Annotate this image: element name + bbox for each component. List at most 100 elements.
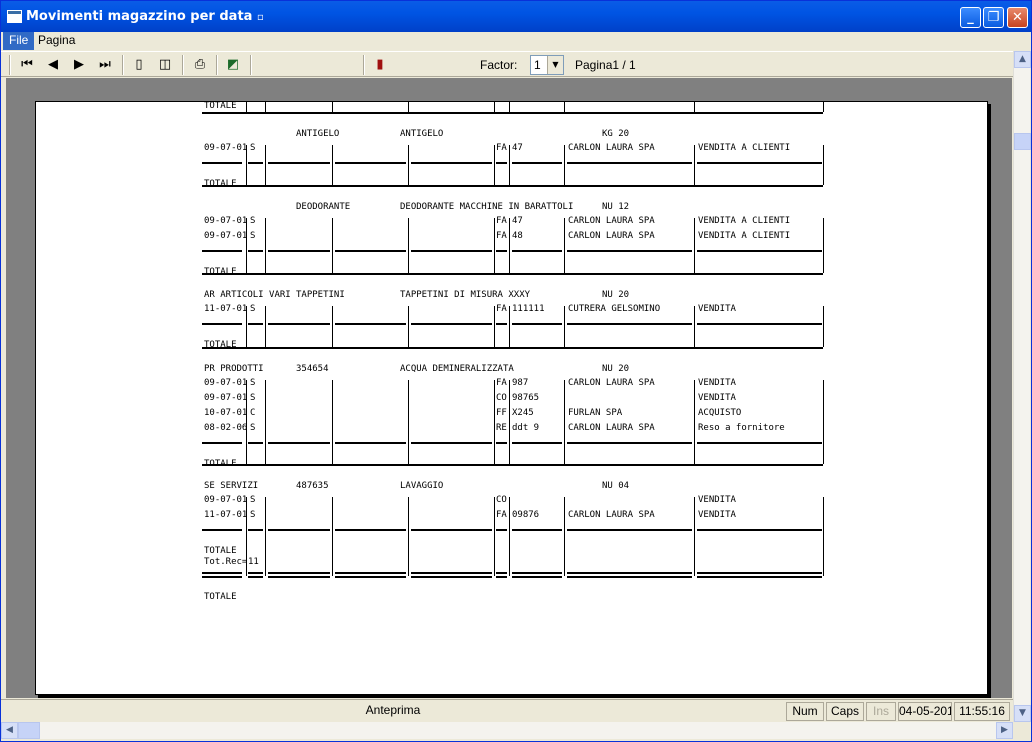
preview-area[interactable]: TOTALE-1,07,45ANTIGELOANTIGELOKG 2009-07…: [6, 78, 1012, 698]
prev-page-button[interactable]: ◀: [43, 55, 63, 75]
vertical-scroll-thumb[interactable]: [1014, 133, 1031, 150]
print-button[interactable]: ⎙: [190, 55, 210, 75]
column-divider: [408, 102, 409, 112]
movement-causale: VENDITA A CLIENTI: [698, 231, 791, 241]
scroll-down-button[interactable]: ▼: [1014, 705, 1031, 722]
column-divider: [265, 497, 266, 576]
movement-doc-number: 47: [512, 143, 523, 153]
movement-party: CARLON LAURA SPA: [568, 510, 655, 520]
group-total-label: TOTALE: [204, 340, 237, 350]
minimize-button[interactable]: _: [960, 7, 981, 28]
column-divider: [332, 380, 333, 464]
column-divider: [823, 102, 824, 112]
cell-underline: [335, 250, 406, 252]
group-unit: NU 04: [602, 481, 630, 491]
movement-causale: VENDITA: [698, 393, 736, 403]
menu-pagina[interactable]: Pagina: [32, 32, 81, 50]
final-double-rule: [697, 572, 822, 574]
restore-button[interactable]: ❐: [983, 7, 1004, 28]
arrow-down-icon: ▼: [1019, 708, 1026, 718]
movement-party: CARLON LAURA SPA: [568, 216, 655, 226]
close-icon: ✕: [1012, 10, 1023, 25]
next-page-button[interactable]: ▶: [69, 55, 89, 75]
column-divider: [408, 145, 409, 185]
movement-doc-number: X245: [512, 408, 534, 418]
movement-causale: VENDITA A CLIENTI: [698, 143, 791, 153]
movement-doc-type: FA: [496, 231, 507, 241]
movement-type: S: [250, 143, 256, 153]
final-double-rule: [496, 576, 507, 578]
title-bar[interactable]: Movimenti magazzino per data ▫ _ ❐ ✕: [1, 1, 1031, 32]
column-divider: [823, 497, 824, 576]
exit-button[interactable]: ▮: [370, 55, 390, 75]
movement-date: 10-07-01: [204, 408, 248, 418]
chevron-down-icon[interactable]: ▼: [547, 56, 563, 74]
cell-underline: [697, 529, 822, 531]
arrow-right-icon: ▶: [1001, 725, 1008, 735]
single-page-button[interactable]: ▯: [129, 55, 149, 75]
cell-underline: [268, 529, 330, 531]
movement-date: 09-07-01: [204, 393, 248, 403]
menu-file[interactable]: File: [3, 32, 35, 50]
horizontal-scrollbar[interactable]: ◀ ▶: [1, 722, 1013, 739]
cell-underline: [248, 529, 263, 531]
factor-select[interactable]: 1 ▼: [530, 55, 564, 75]
cell-underline: [567, 529, 692, 531]
first-page-button[interactable]: ⏮: [17, 55, 37, 75]
column-divider: [408, 218, 409, 273]
column-divider: [246, 102, 247, 112]
movement-doc-type: FA: [496, 143, 507, 153]
factor-value: 1: [534, 58, 541, 72]
group-description: LAVAGGIO: [400, 481, 444, 491]
final-double-rule: [512, 572, 562, 574]
export-button[interactable]: ◩: [223, 55, 243, 75]
cell-underline: [411, 442, 492, 444]
column-divider: [509, 380, 510, 464]
status-ins: Ins: [866, 702, 896, 721]
cell-underline: [268, 250, 330, 252]
next-page-icon: ▶: [74, 57, 84, 72]
column-divider: [265, 380, 266, 464]
column-divider: [564, 218, 565, 273]
size-grip[interactable]: [1013, 722, 1030, 739]
final-double-rule: [268, 576, 330, 578]
column-divider: [509, 145, 510, 185]
cell-underline: [202, 529, 242, 531]
last-page-button[interactable]: ⏭: [95, 55, 115, 75]
scroll-right-button[interactable]: ▶: [996, 722, 1013, 739]
cell-underline: [202, 323, 242, 325]
scroll-left-button[interactable]: ◀: [1, 722, 18, 739]
toolbar-separator: [182, 55, 184, 75]
movement-causale: VENDITA: [698, 510, 736, 520]
group-unit: KG 20: [602, 129, 630, 139]
movement-type: S: [250, 495, 256, 505]
two-page-button[interactable]: ◫: [155, 55, 175, 75]
status-time: 11:55:16: [954, 702, 1010, 721]
cell-underline: [202, 442, 242, 444]
group-separator: [202, 112, 823, 114]
cell-underline: [411, 250, 492, 252]
cell-underline: [248, 442, 263, 444]
cell-underline: [697, 442, 822, 444]
horizontal-scroll-thumb[interactable]: [18, 722, 40, 739]
cell-underline: [496, 250, 507, 252]
group-total-label: TOTALE: [204, 546, 237, 556]
movement-date: 09-07-01: [204, 495, 248, 505]
menu-bar: File Pagina: [1, 32, 1031, 50]
arrow-up-icon: ▲: [1019, 54, 1026, 64]
movement-party: CARLON LAURA SPA: [568, 378, 655, 388]
single-page-icon: ▯: [135, 57, 143, 72]
column-divider: [823, 145, 824, 185]
close-button[interactable]: ✕: [1007, 7, 1028, 28]
final-double-rule: [248, 576, 263, 578]
column-divider: [494, 102, 495, 112]
toolbar-separator: [250, 55, 252, 75]
movement-type: S: [250, 510, 256, 520]
vertical-scrollbar[interactable]: ▲ ▼: [1013, 51, 1031, 722]
column-divider: [265, 102, 266, 112]
movement-doc-number: 48: [512, 231, 523, 241]
cell-underline: [335, 529, 406, 531]
column-divider: [332, 145, 333, 185]
cell-underline: [512, 323, 562, 325]
scroll-up-button[interactable]: ▲: [1014, 51, 1031, 68]
